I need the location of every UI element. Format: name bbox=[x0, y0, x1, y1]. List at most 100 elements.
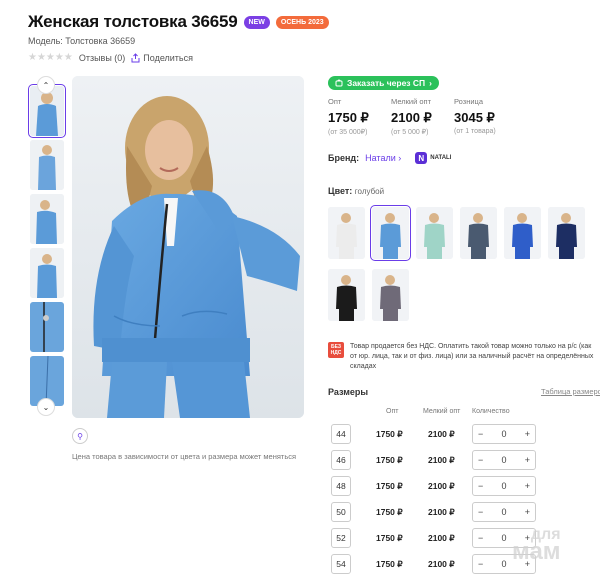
joint-purchase-button[interactable]: Заказать через СП › bbox=[328, 76, 439, 90]
size-label: 48 bbox=[331, 476, 351, 496]
color-swatch-grey[interactable] bbox=[372, 269, 409, 321]
plus-button[interactable]: + bbox=[525, 507, 530, 517]
thumbnail-2[interactable] bbox=[30, 140, 64, 190]
size-price-small-opt: 2100 ₽ bbox=[428, 507, 455, 517]
watermark-line-2: мам bbox=[512, 537, 561, 565]
size-label: 54 bbox=[331, 554, 351, 574]
size-row: 50 1750 ₽ 2100 ₽ − 0 + bbox=[328, 502, 600, 524]
plus-button[interactable]: + bbox=[525, 455, 530, 465]
quantity-stepper: − 0 + bbox=[472, 424, 536, 444]
zoom-icon: ⚲ bbox=[77, 431, 83, 441]
thumbnail-strip: ⌃ ⌄ bbox=[28, 76, 66, 416]
color-swatch-mint[interactable] bbox=[416, 207, 453, 259]
size-label: 50 bbox=[331, 502, 351, 522]
brand-row: Бренд: Натали › N NATALI bbox=[328, 152, 451, 164]
price-label: Мелкий опт bbox=[391, 97, 432, 106]
zoom-button[interactable]: ⚲ bbox=[72, 428, 88, 444]
size-price-small-opt: 2100 ₽ bbox=[428, 533, 455, 543]
color-swatch-graphite[interactable] bbox=[460, 207, 497, 259]
price-label: Опт bbox=[328, 97, 342, 106]
quantity-value[interactable]: 0 bbox=[501, 455, 506, 465]
product-model: Модель: Толстовка 36659 bbox=[28, 36, 136, 46]
price-label: Розница bbox=[454, 97, 483, 106]
main-product-photo[interactable] bbox=[72, 76, 304, 418]
price-condition: (от 35 000₽) bbox=[328, 129, 368, 136]
size-chart-link[interactable]: Таблица размеров bbox=[541, 387, 600, 396]
color-swatch-navy[interactable] bbox=[548, 207, 585, 259]
vat-notice: БЕЗ НДС Товар продается без НДС. Оплатить… bbox=[328, 342, 600, 372]
size-price-opt: 1750 ₽ bbox=[376, 533, 403, 543]
size-label: 44 bbox=[331, 424, 351, 444]
size-price-opt: 1750 ₽ bbox=[376, 429, 403, 439]
reviews-link[interactable]: Отзывы (0) bbox=[79, 53, 125, 63]
color-swatch-blue[interactable] bbox=[370, 205, 411, 261]
season-badge: ОСЕНЬ 2023 bbox=[275, 15, 329, 29]
quantity-stepper: − 0 + bbox=[472, 502, 536, 522]
size-price-small-opt: 2100 ₽ bbox=[428, 455, 455, 465]
quantity-value[interactable]: 0 bbox=[501, 533, 506, 543]
price-note: Цена товара в зависимости от цвета и раз… bbox=[72, 452, 297, 461]
minus-button[interactable]: − bbox=[478, 481, 483, 491]
size-row: 48 1750 ₽ 2100 ₽ − 0 + bbox=[328, 476, 600, 498]
minus-button[interactable]: − bbox=[478, 533, 483, 543]
brand-link[interactable]: Натали › bbox=[365, 153, 401, 163]
size-price-opt: 1750 ₽ bbox=[376, 481, 403, 491]
color-swatch-white[interactable] bbox=[328, 207, 365, 259]
col-header-small-opt: Мелкий опт bbox=[423, 408, 461, 415]
meta-row: ★★★★★ Отзывы (0) Поделиться bbox=[28, 52, 193, 63]
color-row: Цвет: голубой bbox=[328, 186, 384, 196]
minus-button[interactable]: − bbox=[478, 429, 483, 439]
size-row: 44 1750 ₽ 2100 ₽ − 0 + bbox=[328, 424, 600, 446]
minus-button[interactable]: − bbox=[478, 507, 483, 517]
price-condition: (от 5 000 ₽) bbox=[391, 129, 429, 136]
size-price-small-opt: 2100 ₽ bbox=[428, 429, 455, 439]
color-label: Цвет: bbox=[328, 186, 353, 196]
quantity-value[interactable]: 0 bbox=[501, 429, 506, 439]
plus-button[interactable]: + bbox=[525, 429, 530, 439]
chevron-right-icon: › bbox=[429, 78, 432, 88]
brand-logo-icon: N bbox=[415, 152, 428, 164]
brand-logo[interactable]: N NATALI bbox=[415, 152, 451, 164]
cart-icon bbox=[335, 79, 343, 87]
price-small-wholesale: Мелкий опт 2100 ₽ (от 5 000 ₽) bbox=[391, 97, 454, 136]
col-header-qty: Количество bbox=[472, 408, 510, 415]
thumbnails-down-button[interactable]: ⌄ bbox=[37, 398, 55, 416]
quantity-value[interactable]: 0 bbox=[501, 507, 506, 517]
price-tiers: Опт 1750 ₽ (от 35 000₽) Мелкий опт 2100 … bbox=[328, 97, 517, 136]
watermark: для мам bbox=[512, 527, 561, 565]
size-price-opt: 1750 ₽ bbox=[376, 455, 403, 465]
size-price-small-opt: 2100 ₽ bbox=[428, 481, 455, 491]
brand-label: Бренд: bbox=[328, 153, 360, 163]
quantity-value[interactable]: 0 bbox=[501, 481, 506, 491]
price-value: 3045 ₽ bbox=[454, 110, 495, 125]
share-icon bbox=[131, 52, 140, 62]
no-vat-icon: БЕЗ НДС bbox=[328, 342, 344, 358]
size-price-opt: 1750 ₽ bbox=[376, 559, 403, 569]
size-row: 46 1750 ₽ 2100 ₽ − 0 + bbox=[328, 450, 600, 472]
plus-button[interactable]: + bbox=[525, 481, 530, 491]
vat-text: Товар продается без НДС. Оплатить такой … bbox=[350, 343, 594, 370]
rating-stars-icon: ★★★★★ bbox=[28, 52, 73, 63]
chevron-up-icon: ⌃ bbox=[42, 80, 50, 90]
color-swatch-royal-blue[interactable] bbox=[504, 207, 541, 259]
joint-purchase-label: Заказать через СП bbox=[347, 78, 426, 88]
thumbnail-3[interactable] bbox=[30, 194, 64, 244]
minus-button[interactable]: − bbox=[478, 559, 483, 569]
size-price-opt: 1750 ₽ bbox=[376, 507, 403, 517]
chevron-down-icon: ⌄ bbox=[42, 402, 50, 412]
color-value: голубой bbox=[354, 187, 385, 196]
minus-button[interactable]: − bbox=[478, 455, 483, 465]
thumbnail-4[interactable] bbox=[30, 248, 64, 298]
price-condition: (от 1 товара) bbox=[454, 128, 496, 135]
thumbnail-5[interactable] bbox=[30, 302, 64, 352]
price-wholesale: Опт 1750 ₽ (от 35 000₽) bbox=[328, 97, 391, 136]
share-button[interactable]: Поделиться bbox=[131, 53, 193, 63]
product-title: Женская толстовка 36659 bbox=[28, 12, 238, 31]
thumbnails-up-button[interactable]: ⌃ bbox=[37, 76, 55, 94]
sizes-title: Размеры bbox=[328, 387, 369, 397]
chevron-right-icon: › bbox=[398, 153, 402, 163]
quantity-value[interactable]: 0 bbox=[501, 559, 506, 569]
price-retail: Розница 3045 ₽ (от 1 товара) bbox=[454, 97, 517, 136]
price-value: 2100 ₽ bbox=[391, 110, 432, 125]
color-swatch-black[interactable] bbox=[328, 269, 365, 321]
